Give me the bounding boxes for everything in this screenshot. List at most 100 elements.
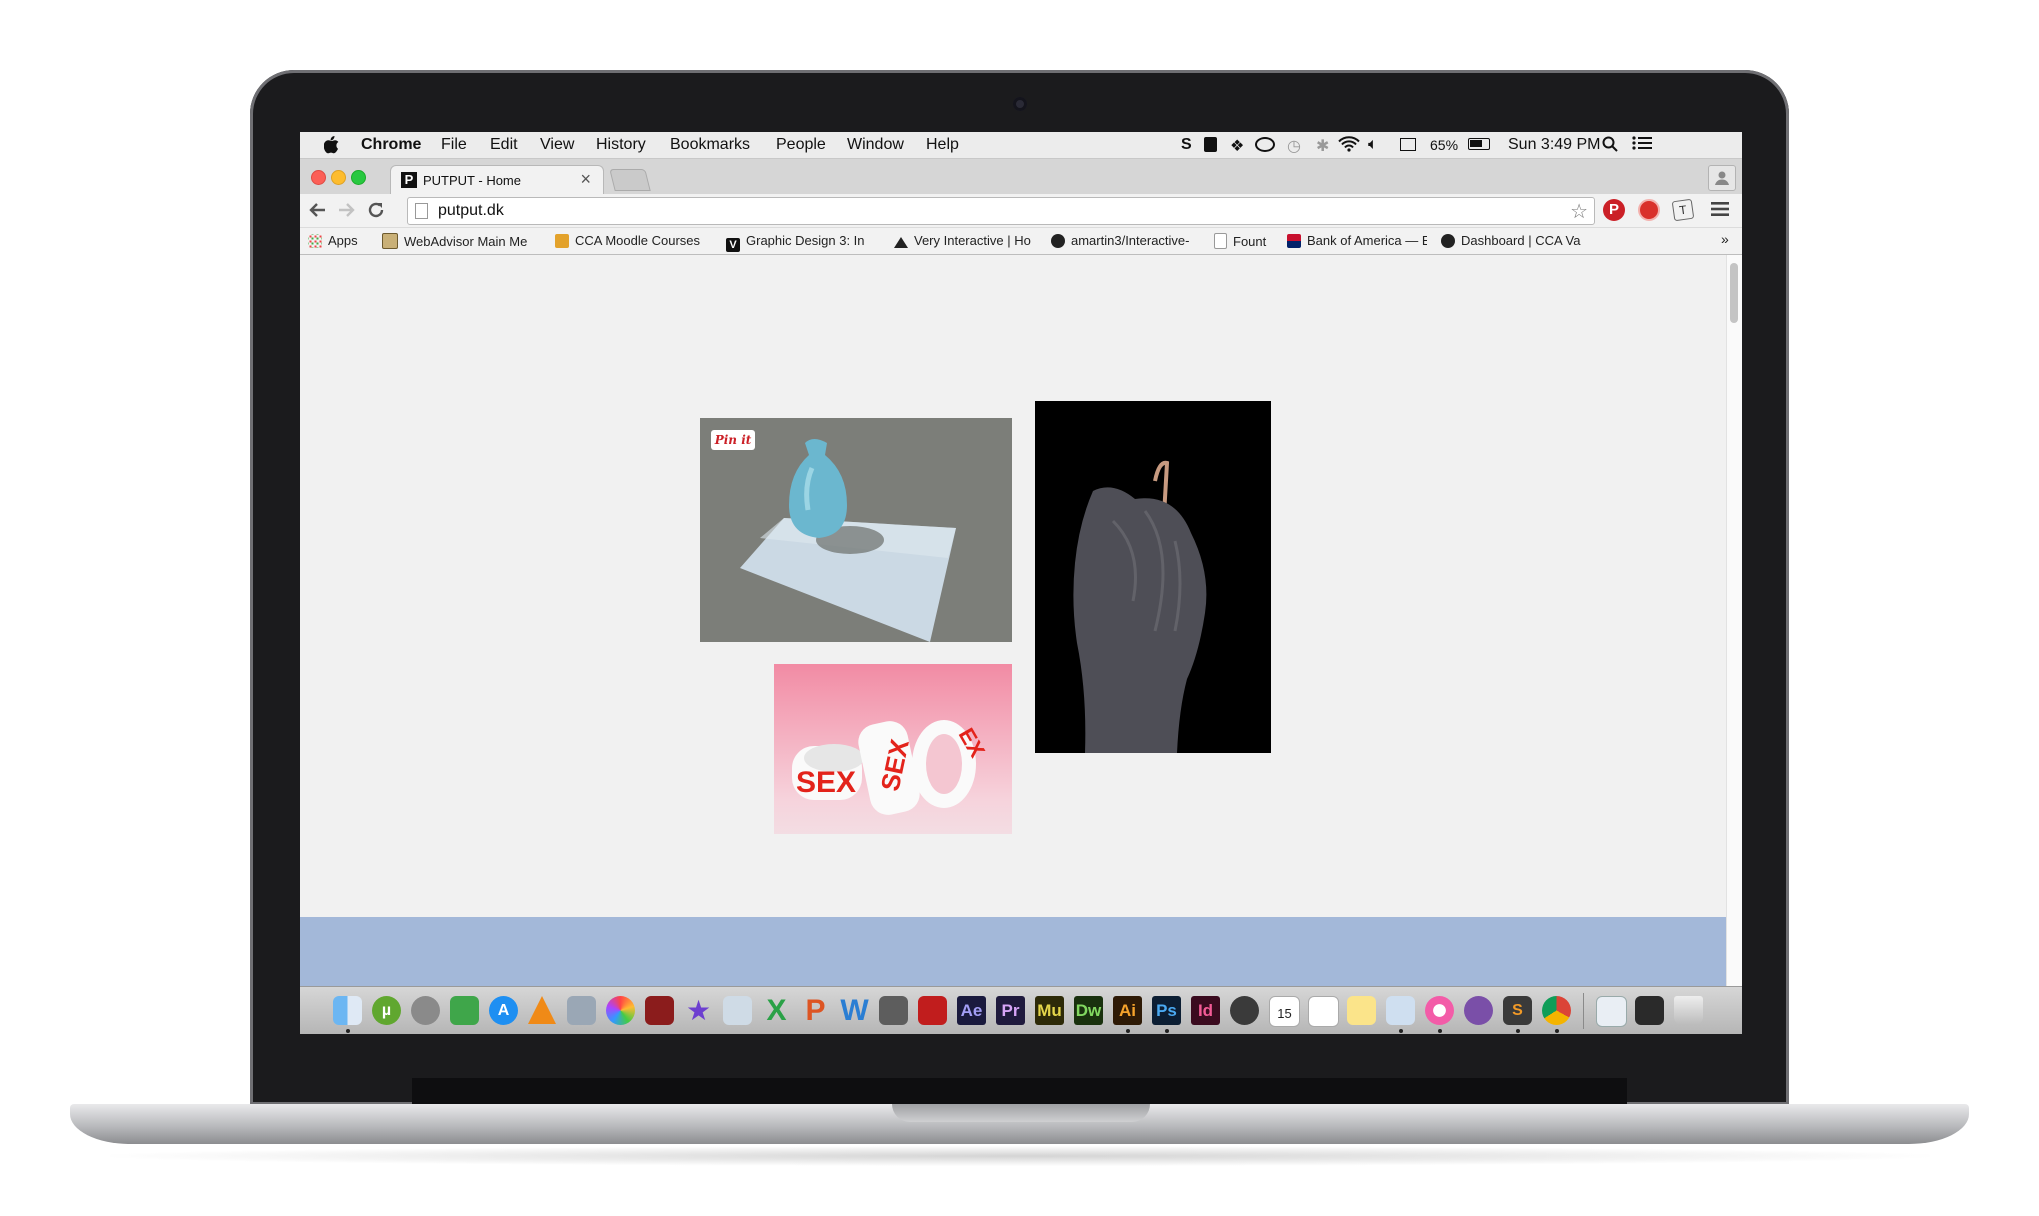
bookmark-very-interactive[interactable]: Very Interactive | Ho xyxy=(894,233,1037,248)
trash-icon[interactable] xyxy=(1674,996,1703,1025)
draped-garment-photo[interactable] xyxy=(1035,401,1271,753)
spotlight-search-icon[interactable] xyxy=(1602,136,1618,157)
zoom-window-button[interactable] xyxy=(351,170,366,185)
applications-folder-icon[interactable] xyxy=(1596,996,1627,1027)
bookmark-graphic-design-3[interactable]: V Graphic Design 3: In xyxy=(726,233,878,252)
bookmark-apps[interactable]: Apps xyxy=(308,233,358,248)
menu-edit[interactable]: Edit xyxy=(490,136,518,154)
profile-button[interactable] xyxy=(1708,165,1736,191)
notes-icon[interactable] xyxy=(1347,996,1376,1025)
sex-tape-rolls-photo[interactable]: SEX SEX EX xyxy=(774,664,1012,834)
vlc-icon[interactable] xyxy=(528,996,556,1024)
menu-history[interactable]: History xyxy=(596,136,646,154)
clock[interactable]: Sun 3:49 PM xyxy=(1508,136,1601,154)
premiere-icon[interactable]: Pr xyxy=(996,996,1025,1025)
calculator-icon[interactable] xyxy=(879,996,908,1025)
forward-button[interactable] xyxy=(336,200,356,225)
bookmark-fount[interactable]: Fount xyxy=(1214,233,1266,249)
pin-it-button[interactable]: Pin it xyxy=(711,430,755,450)
creative-cloud-icon[interactable] xyxy=(1255,137,1275,152)
muse-icon[interactable]: Mu xyxy=(1035,996,1064,1025)
tab-strip: P PUTPUT - Home × xyxy=(300,159,1742,195)
bookmark-github-amartin3[interactable]: amartin3/Interactive- xyxy=(1051,233,1201,248)
script-editor-icon[interactable] xyxy=(1230,996,1259,1025)
imovie-star-icon[interactable]: ★ xyxy=(684,996,713,1025)
adblock-extension-icon[interactable] xyxy=(1638,199,1660,221)
bookmarks-overflow-button[interactable]: » xyxy=(1721,231,1729,247)
menu-bookmarks[interactable]: Bookmarks xyxy=(670,136,750,154)
close-window-button[interactable] xyxy=(311,170,326,185)
pinterest-extension-icon[interactable]: P xyxy=(1603,199,1625,221)
app-store-icon[interactable]: A xyxy=(489,996,518,1025)
system-preferences-icon[interactable] xyxy=(411,996,440,1025)
vertical-scrollbar[interactable] xyxy=(1726,255,1742,986)
display-mirroring-icon[interactable] xyxy=(1400,138,1416,151)
acrobat-icon[interactable] xyxy=(918,996,947,1025)
dropbox-icon[interactable]: ❖ xyxy=(1230,136,1244,156)
utorrent-icon[interactable]: µ xyxy=(372,996,401,1025)
wifi-icon[interactable] xyxy=(1338,136,1360,157)
volume-icon[interactable]: 🔈︎ xyxy=(1368,136,1378,154)
illustrator-icon[interactable]: Ai xyxy=(1113,996,1142,1025)
powerpoint-icon[interactable]: P xyxy=(801,996,830,1026)
after-effects-icon[interactable]: Ae xyxy=(957,996,986,1025)
chrome-menu-button[interactable] xyxy=(1711,201,1729,222)
reminders-icon[interactable] xyxy=(1308,996,1339,1027)
sublime-text-icon[interactable]: S xyxy=(1503,996,1532,1025)
bookmark-bank-of-america[interactable]: Bank of America — E xyxy=(1287,233,1427,248)
bookmark-dashboard-cca[interactable]: Dashboard | CCA Va xyxy=(1441,233,1585,248)
photoshop-icon[interactable]: Ps xyxy=(1152,996,1181,1025)
menu-file[interactable]: File xyxy=(441,136,467,154)
downloads-stack-icon[interactable] xyxy=(1635,996,1664,1025)
github-desktop-icon[interactable] xyxy=(1464,996,1493,1025)
laptop-notch xyxy=(892,1104,1150,1122)
minimize-window-button[interactable] xyxy=(331,170,346,185)
bookmark-webadvisor[interactable]: WebAdvisor Main Me xyxy=(382,233,542,249)
scrollbar-thumb[interactable] xyxy=(1730,263,1738,323)
page-content: Pin it SEX SEX EX xyxy=(300,255,1726,987)
notification-center-icon[interactable] xyxy=(1632,136,1652,155)
calendar-icon[interactable]: 15 xyxy=(1269,996,1300,1027)
dreamweaver-icon[interactable]: Dw xyxy=(1074,996,1103,1025)
bluetooth-icon[interactable]: ✱ xyxy=(1316,136,1329,156)
menu-help[interactable]: Help xyxy=(926,136,959,154)
tab-putput-home[interactable]: P PUTPUT - Home × xyxy=(390,165,604,195)
address-bar[interactable]: putput.dk ☆ xyxy=(407,197,1595,225)
webcam xyxy=(1013,97,1027,111)
battery-icon[interactable] xyxy=(1468,138,1490,150)
itunes-icon[interactable] xyxy=(1425,996,1454,1025)
chrome-icon[interactable] xyxy=(1542,996,1571,1025)
new-tab-button[interactable] xyxy=(609,169,651,191)
menu-app-name[interactable]: Chrome xyxy=(361,136,421,154)
bookmarks-bar: Apps WebAdvisor Main Me CCA Moodle Cours… xyxy=(300,228,1742,255)
reload-button[interactable] xyxy=(366,200,386,225)
maps-app-icon[interactable] xyxy=(450,996,479,1025)
menu-people[interactable]: People xyxy=(776,136,826,154)
photos-icon[interactable] xyxy=(606,996,635,1025)
page-icon xyxy=(415,203,428,219)
tab-title: PUTPUT - Home xyxy=(423,173,521,188)
apple-menu-icon[interactable] xyxy=(323,136,339,159)
menu-window[interactable]: Window xyxy=(847,136,904,154)
time-machine-icon[interactable]: ◷ xyxy=(1287,136,1301,156)
photo-booth-icon[interactable] xyxy=(645,996,674,1025)
vase-on-paper-photo[interactable]: Pin it xyxy=(700,418,1012,642)
xcode-icon[interactable] xyxy=(1386,996,1415,1025)
menu-view[interactable]: View xyxy=(540,136,574,154)
excel-icon[interactable]: X xyxy=(762,996,791,1026)
indesign-icon[interactable]: Id xyxy=(1191,996,1220,1025)
word-icon[interactable]: W xyxy=(840,996,869,1026)
tab-close-icon[interactable]: × xyxy=(580,169,591,190)
preview-icon[interactable] xyxy=(567,996,596,1025)
extension-icon[interactable]: T xyxy=(1671,198,1695,222)
finder-icon[interactable] xyxy=(333,996,362,1025)
bookmark-star-icon[interactable]: ☆ xyxy=(1570,199,1588,224)
apps-grid-icon xyxy=(308,234,322,248)
pushbullet-icon[interactable] xyxy=(1204,137,1217,152)
skype-icon[interactable]: S xyxy=(1181,136,1192,154)
back-button[interactable] xyxy=(308,200,328,225)
keynote-icon[interactable] xyxy=(723,996,752,1025)
back-arrow-icon xyxy=(309,203,325,217)
bookmark-cca-moodle[interactable]: CCA Moodle Courses xyxy=(555,233,700,248)
url-text[interactable]: putput.dk xyxy=(438,202,504,220)
